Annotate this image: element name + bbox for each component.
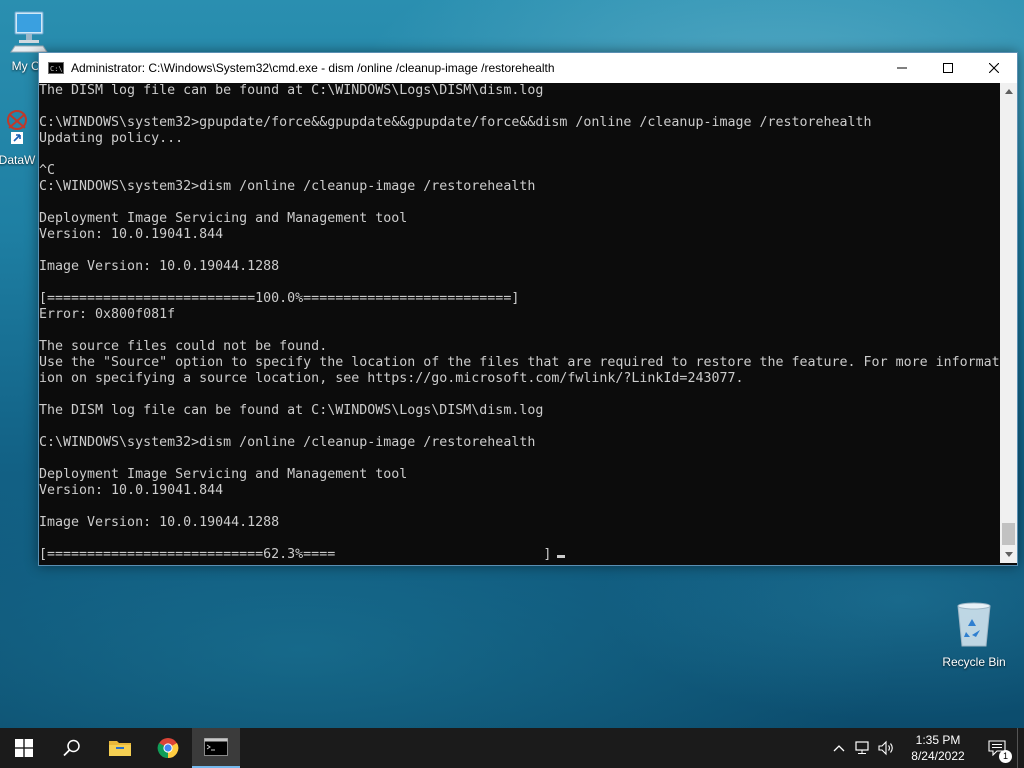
console-line: [==========================100.0%=======… — [39, 291, 520, 306]
console-line: Image Version: 10.0.19044.1288 — [39, 259, 280, 274]
taskbar: 1:35 PM 8/24/2022 1 — [0, 728, 1024, 768]
clock-time: 1:35 PM — [915, 733, 961, 747]
console-line: Use the "Source" option to specify the l… — [39, 355, 999, 370]
scroll-up-button[interactable] — [1000, 83, 1017, 100]
show-hidden-icons-button[interactable] — [827, 728, 851, 768]
volume-button[interactable] — [875, 728, 899, 768]
chevron-up-icon — [833, 745, 845, 752]
text-cursor — [557, 555, 566, 558]
file-explorer-icon — [109, 741, 131, 756]
show-desktop-button[interactable] — [1017, 728, 1024, 768]
close-icon — [989, 63, 999, 73]
computer-icon — [0, 10, 66, 57]
cmd-app-icon: C:\ — [48, 62, 64, 74]
desktop-icon-label: DataW — [0, 153, 36, 167]
action-center-button[interactable]: 1 — [977, 728, 1017, 768]
search-icon — [63, 739, 80, 757]
console-line: ion on specifying a source location, see… — [39, 371, 744, 386]
minimize-icon — [897, 67, 907, 69]
console-line: Error: 0x800f081f — [39, 307, 176, 322]
close-button[interactable] — [971, 53, 1017, 83]
console-line: Updating policy... — [39, 131, 184, 146]
console-line: Deployment Image Servicing and Managemen… — [39, 211, 408, 226]
console-line: Image Version: 10.0.19044.1288 — [39, 515, 280, 530]
console-line: The source files could not be found. — [39, 339, 328, 354]
chrome-button[interactable] — [144, 728, 192, 768]
console-line: C:\WINDOWS\system32>dism /online /cleanu… — [39, 179, 536, 194]
console-line: C:\WINDOWS\system32>dism /online /cleanu… — [39, 435, 536, 450]
cmd-window[interactable]: C:\ Administrator: C:\Windows\System32\c… — [38, 52, 1018, 566]
desktop-icon-recycle-bin[interactable]: Recycle Bin — [937, 600, 1011, 669]
console-line: ^C — [39, 163, 56, 178]
console-line: C:\WINDOWS\system32>gpupdate/force&&gpup… — [39, 115, 872, 130]
console-line: Version: 10.0.19041.844 — [39, 227, 224, 242]
windows-start-icon — [15, 739, 33, 757]
window-title: Administrator: C:\Windows\System32\cmd.e… — [71, 61, 555, 75]
notification-count-badge: 1 — [999, 750, 1012, 763]
maximize-button[interactable] — [925, 53, 971, 83]
chevron-up-icon — [1004, 89, 1013, 94]
recycle-bin-icon — [937, 600, 1011, 653]
start-button[interactable] — [0, 728, 48, 768]
chrome-icon — [157, 738, 179, 759]
scroll-thumb[interactable] — [1002, 523, 1015, 545]
maximize-icon — [943, 63, 953, 73]
console-line: Version: 10.0.19041.844 — [39, 483, 224, 498]
progress-line: [===========================62.3%==== ] — [39, 547, 999, 563]
clock-date: 8/24/2022 — [911, 749, 965, 763]
vertical-scrollbar[interactable] — [1000, 83, 1017, 563]
progress-text: [===========================62.3%==== ] — [39, 547, 552, 562]
console-line: Deployment Image Servicing and Managemen… — [39, 467, 408, 482]
volume-icon — [878, 740, 893, 756]
file-explorer-button[interactable] — [96, 728, 144, 768]
system-tray: 1:35 PM 8/24/2022 1 — [827, 728, 1024, 768]
scroll-down-button[interactable] — [1000, 546, 1017, 563]
taskbar-clock[interactable]: 1:35 PM 8/24/2022 — [899, 732, 977, 764]
desktop-icon-label: Recycle Bin — [942, 655, 1006, 669]
chevron-down-icon — [1004, 552, 1013, 557]
cmd-icon — [204, 738, 228, 756]
minimize-button[interactable] — [879, 53, 925, 83]
network-button[interactable] — [851, 728, 875, 768]
title-bar[interactable]: C:\ Administrator: C:\Windows\System32\c… — [39, 53, 1017, 83]
console-output[interactable]: The DISM log file can be found at C:\WIN… — [39, 83, 999, 563]
console-line: The DISM log file can be found at C:\WIN… — [39, 403, 544, 418]
network-icon — [855, 741, 869, 754]
search-button[interactable] — [48, 728, 96, 768]
console-line: The DISM log file can be found at C:\WIN… — [39, 83, 544, 98]
cmd-taskbar-button[interactable] — [192, 728, 240, 768]
